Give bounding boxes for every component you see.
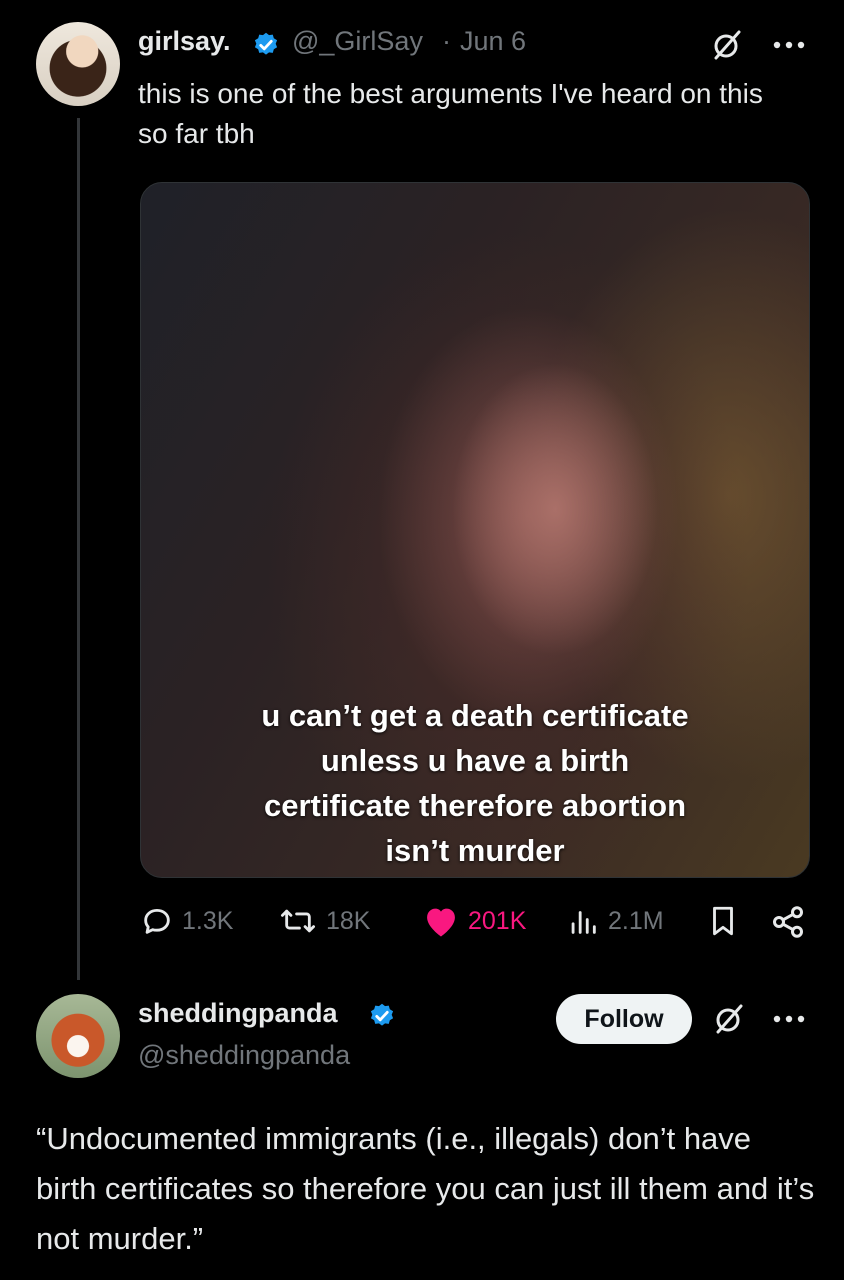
repost-icon: [281, 909, 316, 933]
reply-text: “Undocumented immigrants (i.e., illegals…: [36, 1121, 815, 1256]
repost-button[interactable]: 18K: [278, 904, 370, 938]
tweet-video-thumbnail[interactable]: u can’t get a death certificate unless u…: [140, 182, 810, 878]
grok-icon[interactable]: [712, 1002, 746, 1036]
share-icon: [773, 906, 803, 938]
grok-icon[interactable]: [710, 28, 744, 62]
reply-button[interactable]: 1.3K: [140, 904, 233, 938]
tweet-action-bar: 1.3K 18K 201K 2.1M: [0, 900, 844, 944]
like-button[interactable]: 201K: [422, 904, 526, 938]
more-icon[interactable]: [772, 1014, 806, 1024]
reply-icon: [144, 908, 170, 934]
bookmark-icon: [713, 906, 733, 936]
thread-connector-line: [77, 118, 80, 980]
caption-line: u can’t get a death certificate: [261, 698, 689, 733]
verified-badge-icon: [370, 1003, 394, 1026]
caption-line: certificate therefore abortion: [263, 788, 687, 823]
author-display-name[interactable]: girlsay.: [138, 26, 231, 57]
follow-button[interactable]: Follow: [556, 994, 692, 1044]
share-button[interactable]: [770, 904, 814, 940]
reply-author-display-name[interactable]: sheddingpanda: [138, 998, 338, 1029]
avatar-sheddingpanda[interactable]: [36, 994, 120, 1078]
tweet-text: this is one of the best arguments I've h…: [138, 78, 763, 149]
reply-count: 1.3K: [182, 906, 234, 935]
meta-separator: ·: [442, 26, 451, 56]
caption-line: unless u have a birth: [320, 743, 630, 778]
verified-badge-icon: [254, 32, 278, 55]
bookmark-button[interactable]: [706, 904, 748, 938]
video-caption: u can’t get a death certificate unless u…: [141, 693, 809, 873]
caption-line: isn’t murder: [385, 833, 565, 868]
heart-icon: [427, 908, 455, 937]
views-button[interactable]: 2.1M: [566, 904, 664, 938]
reply-author-handle[interactable]: @sheddingpanda: [138, 1040, 350, 1071]
view-count: 2.1M: [608, 906, 664, 935]
author-handle[interactable]: @_GirlSay: [292, 26, 423, 57]
more-icon[interactable]: [772, 40, 806, 50]
avatar-girlsay[interactable]: [36, 22, 120, 106]
repost-count: 18K: [326, 906, 371, 935]
tweet-date[interactable]: Jun 6: [460, 26, 526, 57]
like-count: 201K: [468, 906, 527, 935]
views-icon: [571, 911, 596, 934]
